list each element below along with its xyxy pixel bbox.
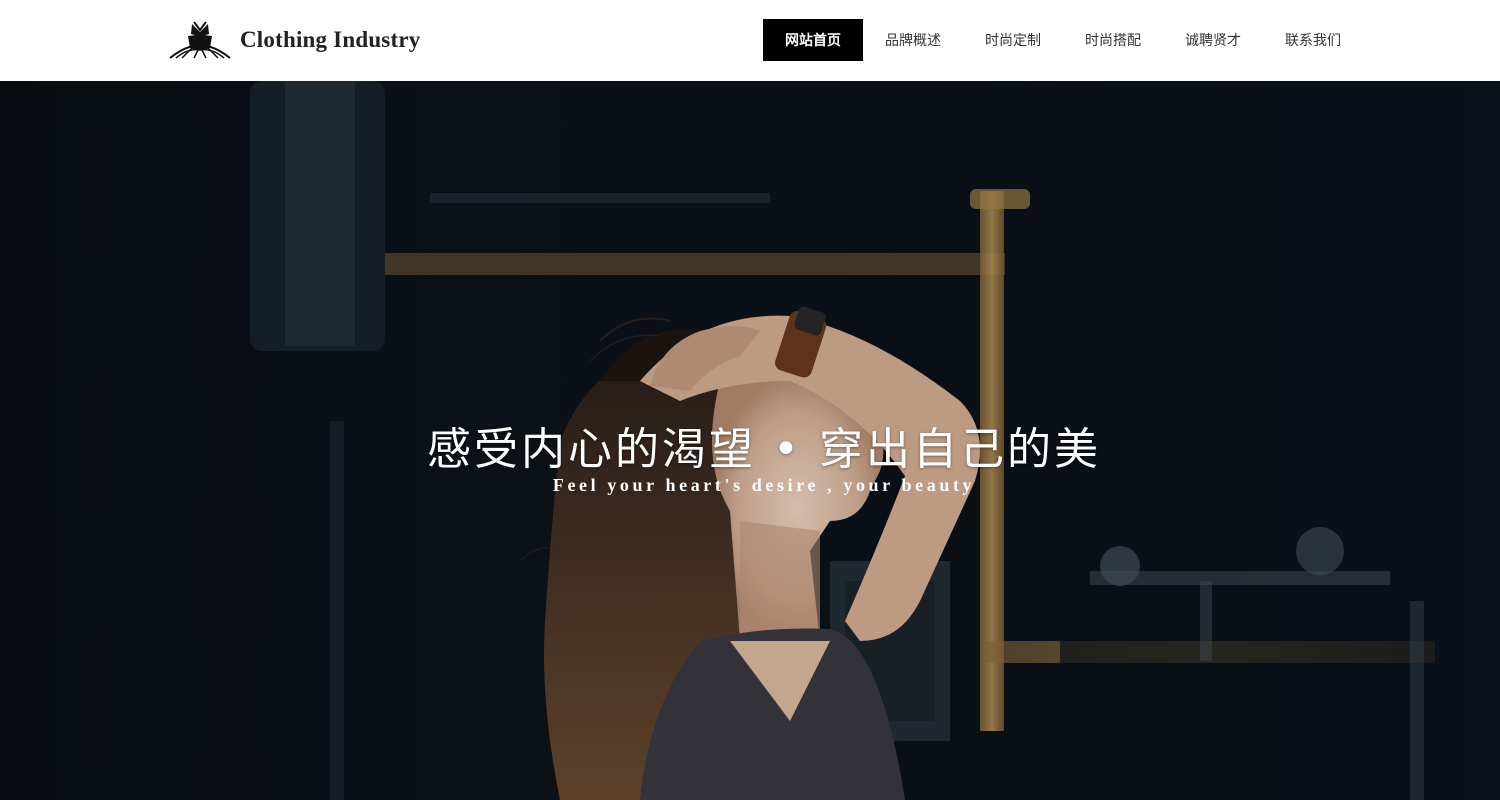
hero-banner: 感受内心的渴望 • 穿出自己的美 Feel your heart's desir… — [0, 81, 1500, 800]
nav-item-brand[interactable]: 品牌概述 — [863, 19, 963, 61]
logo[interactable]: Clothing Industry — [168, 18, 420, 62]
site-header: Clothing Industry 网站首页 品牌概述 时尚定制 时尚搭配 诚聘… — [0, 0, 1500, 81]
main-nav: 网站首页 品牌概述 时尚定制 时尚搭配 诚聘贤才 联系我们 — [763, 19, 1363, 61]
logo-text: Clothing Industry — [240, 27, 421, 52]
nav-item-contact[interactable]: 联系我们 — [1263, 19, 1363, 61]
nav-item-matching[interactable]: 时尚搭配 — [1063, 19, 1163, 61]
hanger-bow-icon — [169, 21, 231, 59]
nav-item-careers[interactable]: 诚聘贤才 — [1163, 19, 1263, 61]
nav-item-custom[interactable]: 时尚定制 — [963, 19, 1063, 61]
nav-item-home[interactable]: 网站首页 — [763, 19, 863, 61]
hero-title: 感受内心的渴望 • 穿出自己的美 — [427, 424, 1101, 475]
hero-subtitle: Feel your heart's desire , your beauty — [552, 475, 976, 495]
